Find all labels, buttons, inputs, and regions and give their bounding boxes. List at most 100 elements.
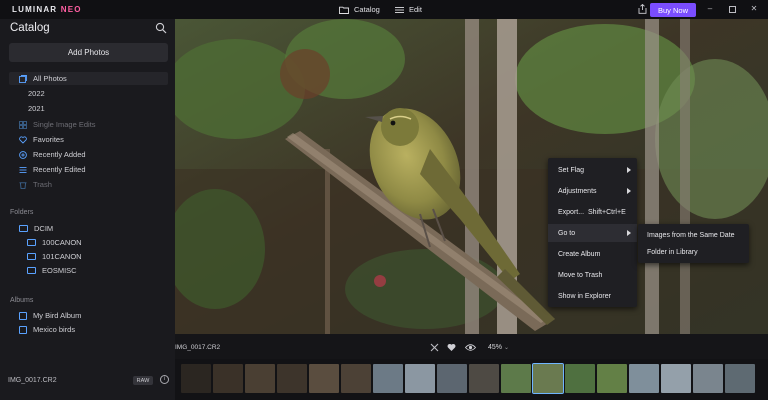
folder-item-dcim[interactable]: DCIM bbox=[19, 222, 53, 235]
info-icon[interactable]: i bbox=[160, 375, 169, 384]
search-icon[interactable] bbox=[155, 22, 167, 34]
menu-item-label: Move to Trash bbox=[558, 271, 603, 279]
thumbnail[interactable] bbox=[597, 364, 627, 393]
thumbnail[interactable] bbox=[437, 364, 467, 393]
zoom-value: 45% bbox=[488, 344, 503, 351]
menu-item-label: Set Flag bbox=[558, 166, 585, 174]
folder-icon bbox=[27, 253, 36, 260]
grid-icon bbox=[19, 120, 27, 129]
thumbnail-selected[interactable] bbox=[532, 363, 564, 394]
filmstrip bbox=[175, 359, 768, 400]
sidebar-item-2022[interactable]: 2022 bbox=[28, 87, 45, 100]
heart-icon bbox=[19, 135, 27, 144]
close-icon[interactable]: ✕ bbox=[749, 4, 759, 14]
album-icon bbox=[19, 311, 27, 320]
tab-edit-label: Edit bbox=[409, 5, 422, 14]
chevron-down-icon: ⌄ bbox=[503, 345, 509, 351]
sidebar-item-all-photos[interactable]: All Photos bbox=[9, 72, 168, 85]
logo-text: LUMINAR bbox=[12, 5, 58, 14]
sidebar-item-label: Recently Edited bbox=[33, 165, 86, 174]
buy-now-button[interactable]: Buy Now bbox=[650, 3, 696, 17]
go-to-submenu: Images from the Same Date Folder in Libr… bbox=[638, 224, 749, 263]
menu-item-create-album[interactable]: Create Album bbox=[548, 245, 637, 263]
sliders-icon bbox=[395, 6, 404, 13]
tab-catalog-label: Catalog bbox=[354, 5, 380, 14]
sidebar-item-single-image-edits[interactable]: Single Image Edits bbox=[19, 118, 96, 131]
trash-icon bbox=[19, 181, 27, 189]
thumbnail[interactable] bbox=[693, 364, 723, 393]
thumbnail[interactable] bbox=[309, 364, 339, 393]
menu-item-show-in-explorer[interactable]: Show in Explorer bbox=[548, 287, 637, 305]
folders-section-title: Folders bbox=[10, 209, 34, 216]
thumbnail[interactable] bbox=[277, 364, 307, 393]
folder-item-eosmisc[interactable]: EOSMISC bbox=[27, 264, 77, 277]
submenu-item-label: Folder in Library bbox=[647, 249, 698, 256]
albums-section-title: Albums bbox=[10, 297, 34, 304]
sidebar-item-label: Favorites bbox=[33, 135, 64, 144]
chevron-right-icon bbox=[627, 230, 631, 236]
sidebar-item-label: All Photos bbox=[33, 74, 67, 83]
thumbnail[interactable] bbox=[181, 364, 211, 393]
sidebar-item-recently-edited[interactable]: Recently Edited bbox=[19, 163, 86, 176]
sidebar-item-label: Recently Added bbox=[33, 150, 86, 159]
tab-catalog[interactable]: Catalog bbox=[339, 3, 380, 16]
share-icon[interactable] bbox=[638, 4, 647, 14]
zoom-dropdown[interactable]: 45% ⌄ bbox=[488, 344, 509, 351]
folder-item-101canon[interactable]: 101CANON bbox=[27, 250, 82, 263]
sidebar-item-label: Trash bbox=[33, 180, 52, 189]
photo-viewer[interactable] bbox=[175, 19, 768, 334]
raw-badge: RAW bbox=[133, 376, 153, 385]
thumbnail[interactable] bbox=[725, 364, 755, 393]
thumbnail[interactable] bbox=[469, 364, 499, 393]
menu-item-go-to[interactable]: Go to bbox=[548, 224, 637, 242]
thumbnail[interactable] bbox=[501, 364, 531, 393]
folder-icon bbox=[19, 225, 28, 232]
sidebar-item-2021[interactable]: 2021 bbox=[28, 102, 45, 115]
folder-icon bbox=[27, 267, 36, 274]
folder-label: 100CANON bbox=[42, 238, 82, 247]
heart-icon[interactable] bbox=[447, 343, 456, 352]
page-title: Catalog bbox=[10, 22, 50, 34]
sidebar-item-label: 2021 bbox=[28, 104, 45, 113]
album-item-my-bird-album[interactable]: My Bird Album bbox=[19, 309, 81, 322]
shortcut-label: Shift+Ctrl+E bbox=[588, 208, 626, 216]
thumbnail[interactable] bbox=[405, 364, 435, 393]
logo-suffix: NEO bbox=[60, 5, 82, 14]
thumbnail[interactable] bbox=[661, 364, 691, 393]
thumbnail[interactable] bbox=[629, 364, 659, 393]
folder-item-100canon[interactable]: 100CANON bbox=[27, 236, 82, 249]
submenu-item-same-date[interactable]: Images from the Same Date bbox=[638, 227, 749, 244]
menu-item-adjustments[interactable]: Adjustments bbox=[548, 182, 637, 200]
menu-item-move-to-trash[interactable]: Move to Trash bbox=[548, 266, 637, 284]
reject-icon[interactable] bbox=[430, 343, 439, 352]
eye-icon[interactable] bbox=[465, 343, 476, 352]
folder-label: 101CANON bbox=[42, 252, 82, 261]
menu-item-label: Create Album bbox=[558, 250, 601, 258]
album-item-mexico-birds[interactable]: Mexico birds bbox=[19, 323, 75, 336]
submenu-item-label: Images from the Same Date bbox=[647, 232, 735, 239]
thumbnail[interactable] bbox=[341, 364, 371, 393]
edit-list-icon bbox=[19, 166, 27, 173]
submenu-item-folder-in-library[interactable]: Folder in Library bbox=[638, 244, 749, 261]
sidebar: Catalog Add Photos All Photos 2022 2021 … bbox=[0, 19, 175, 400]
sidebar-item-favorites[interactable]: Favorites bbox=[19, 133, 64, 146]
top-bar: LUMINAR NEO Catalog Edit Buy Now – ✕ bbox=[0, 0, 768, 19]
menu-item-export[interactable]: Export... Shift+Ctrl+E bbox=[548, 203, 637, 221]
menu-item-set-flag[interactable]: Set Flag bbox=[548, 161, 637, 179]
thumbnail[interactable] bbox=[245, 364, 275, 393]
selected-file-name: IMG_0017.CR2 bbox=[8, 377, 57, 384]
maximize-icon[interactable] bbox=[727, 4, 737, 14]
thumbnail[interactable] bbox=[565, 364, 595, 393]
minimize-icon[interactable]: – bbox=[705, 4, 715, 14]
thumbnail[interactable] bbox=[213, 364, 243, 393]
sidebar-item-trash[interactable]: Trash bbox=[19, 178, 52, 191]
photos-icon bbox=[19, 74, 27, 83]
thumbnail[interactable] bbox=[373, 364, 403, 393]
folder-label: DCIM bbox=[34, 224, 54, 233]
plus-circle-icon bbox=[19, 150, 27, 159]
sidebar-item-label: Single Image Edits bbox=[33, 120, 96, 129]
album-icon bbox=[19, 325, 27, 334]
sidebar-item-recently-added[interactable]: Recently Added bbox=[19, 148, 86, 161]
add-photos-button[interactable]: Add Photos bbox=[9, 43, 168, 62]
tab-edit[interactable]: Edit bbox=[395, 3, 422, 16]
